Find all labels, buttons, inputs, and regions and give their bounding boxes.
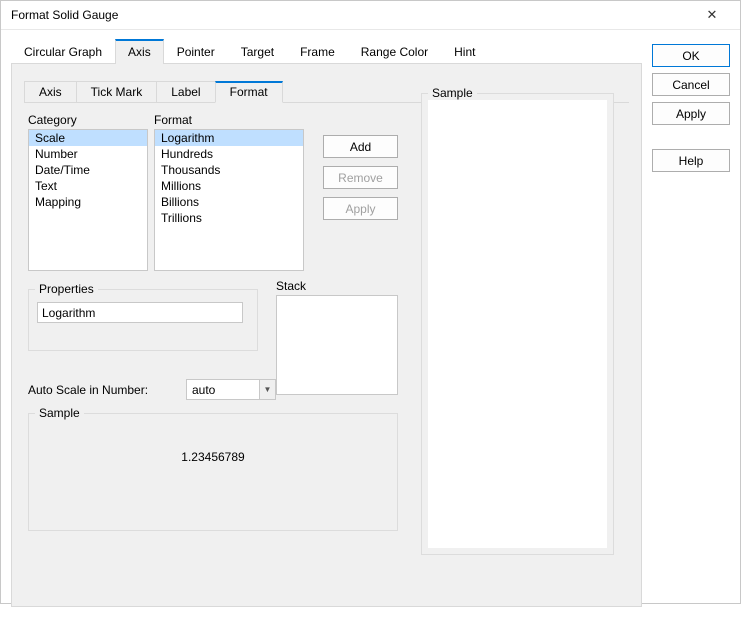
inner-tab-tick-mark[interactable]: Tick Mark [76, 81, 158, 103]
stack-listbox[interactable] [276, 295, 398, 395]
sample-inner-value: 1.23456789 [37, 426, 389, 464]
format-label: Format [154, 113, 192, 127]
sample-right-legend: Sample [428, 86, 477, 100]
list-item[interactable]: Billions [155, 194, 303, 210]
cancel-button[interactable]: Cancel [652, 73, 730, 96]
list-item[interactable]: Scale [29, 130, 147, 146]
main-area: Circular Graph Axis Pointer Target Frame… [11, 38, 642, 607]
auto-scale-value: auto [187, 383, 259, 397]
sample-inner-group: Sample 1.23456789 [28, 413, 398, 531]
outer-tabs: Circular Graph Axis Pointer Target Frame… [11, 38, 642, 64]
ok-button[interactable]: OK [652, 44, 730, 67]
tab-axis[interactable]: Axis [115, 39, 164, 64]
list-item[interactable]: Date/Time [29, 162, 147, 178]
category-label: Category [28, 113, 77, 127]
inner-tab-format[interactable]: Format [215, 81, 283, 103]
list-item[interactable]: Logarithm [155, 130, 303, 146]
sample-inner-legend: Sample [35, 406, 84, 420]
auto-scale-label: Auto Scale in Number: [28, 383, 148, 397]
inner-tab-axis[interactable]: Axis [24, 81, 77, 103]
apply-side-button[interactable]: Apply [652, 102, 730, 125]
apply-button[interactable]: Apply [323, 197, 398, 220]
chevron-down-icon[interactable]: ▼ [259, 380, 275, 399]
dialog-body: Circular Graph Axis Pointer Target Frame… [1, 30, 740, 617]
list-item[interactable]: Hundreds [155, 146, 303, 162]
tab-hint[interactable]: Hint [441, 39, 488, 64]
help-button[interactable]: Help [652, 149, 730, 172]
properties-legend: Properties [35, 282, 98, 296]
tab-pointer[interactable]: Pointer [164, 39, 228, 64]
tab-target[interactable]: Target [228, 39, 287, 64]
button-sidebar: OK Cancel Apply Help [652, 38, 730, 607]
titlebar: Format Solid Gauge ✕ [1, 1, 740, 30]
properties-input[interactable] [37, 302, 243, 323]
list-item[interactable]: Number [29, 146, 147, 162]
tab-range-color[interactable]: Range Color [348, 39, 441, 64]
add-button[interactable]: Add [323, 135, 398, 158]
list-item[interactable]: Thousands [155, 162, 303, 178]
tab-frame[interactable]: Frame [287, 39, 348, 64]
list-item[interactable]: Text [29, 178, 147, 194]
list-item[interactable]: Millions [155, 178, 303, 194]
tab-circular-graph[interactable]: Circular Graph [11, 39, 115, 64]
inner-panel: Category Scale Number Date/Time Text Map… [24, 102, 629, 587]
auto-scale-combo[interactable]: auto ▼ [186, 379, 276, 400]
list-item[interactable]: Mapping [29, 194, 147, 210]
dialog-window: Format Solid Gauge ✕ Circular Graph Axis… [0, 0, 741, 604]
stack-label: Stack [276, 279, 306, 293]
list-item[interactable]: Trillions [155, 210, 303, 226]
remove-button[interactable]: Remove [323, 166, 398, 189]
outer-tab-panel: Axis Tick Mark Label Format Category Sca… [11, 64, 642, 607]
category-listbox[interactable]: Scale Number Date/Time Text Mapping [28, 129, 148, 271]
window-title: Format Solid Gauge [11, 8, 692, 22]
sample-right-canvas [428, 100, 607, 548]
sample-right-group: Sample [421, 93, 614, 555]
inner-tab-label[interactable]: Label [156, 81, 215, 103]
format-listbox[interactable]: Logarithm Hundreds Thousands Millions Bi… [154, 129, 304, 271]
close-icon[interactable]: ✕ [692, 1, 732, 29]
properties-group: Properties [28, 289, 258, 351]
